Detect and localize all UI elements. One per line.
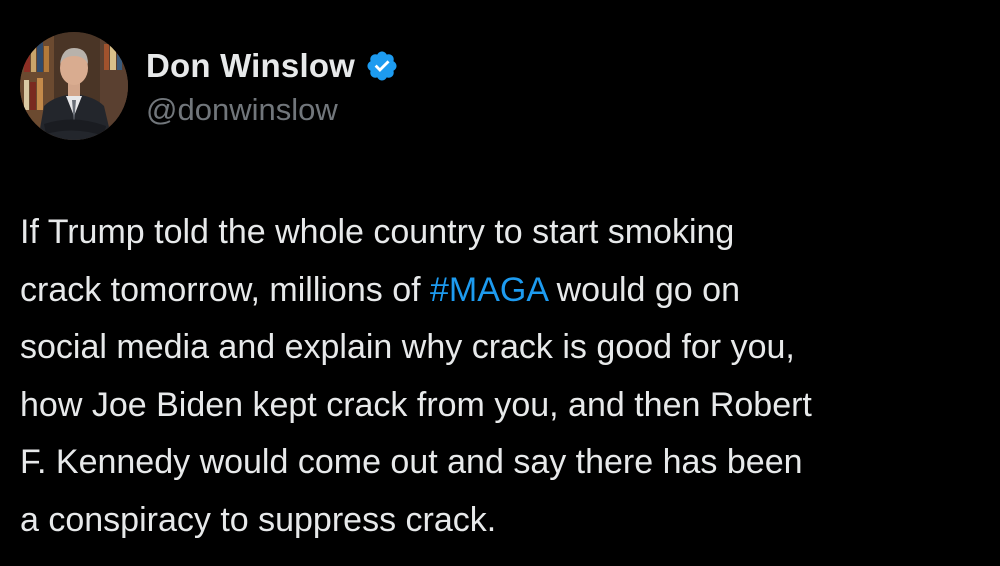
hashtag-link[interactable]: #MAGA [430, 271, 547, 309]
verified-badge-icon[interactable] [365, 49, 399, 83]
user-handle[interactable]: @donwinslow [146, 92, 399, 128]
profile-photo-icon [20, 32, 128, 140]
tweet-text-part: would go on social media and explain why… [20, 270, 812, 539]
tweet-text: If Trump told the whole country to start… [20, 204, 980, 549]
tweet-card: Don Winslow @donwinslow If Trump told th… [0, 0, 1000, 566]
name-row: Don Winslow [146, 44, 399, 88]
author-block: Don Winslow @donwinslow [146, 44, 399, 128]
display-name[interactable]: Don Winslow [146, 47, 355, 85]
avatar[interactable] [20, 32, 128, 140]
